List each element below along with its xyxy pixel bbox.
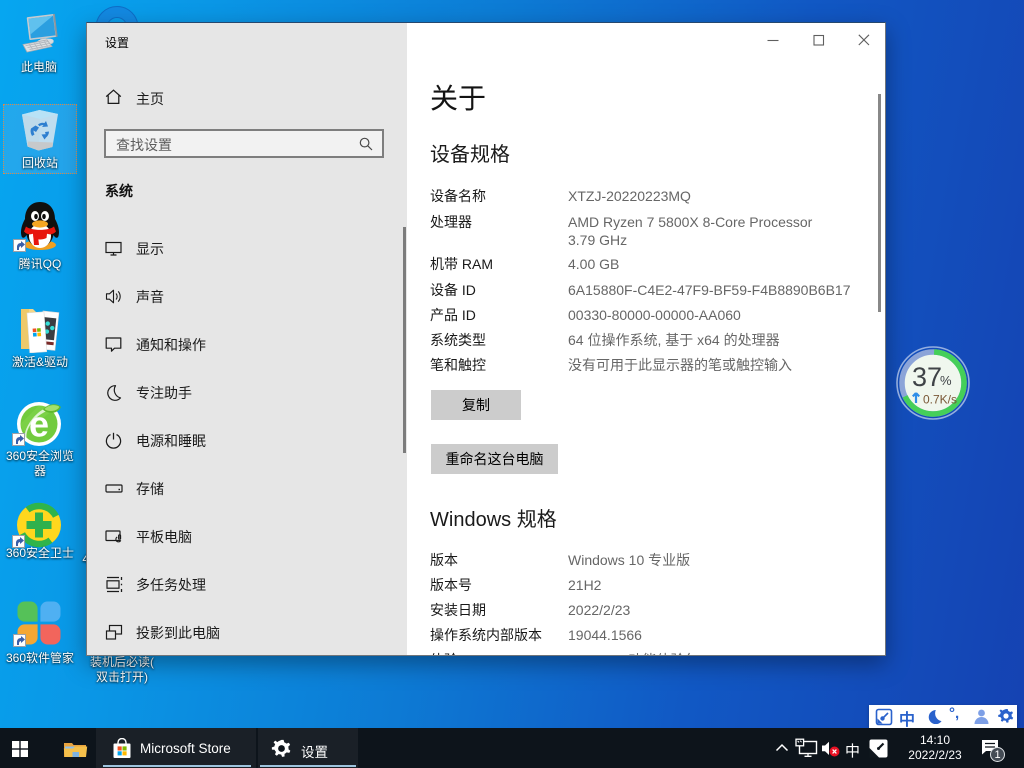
svg-text:%: %: [940, 373, 952, 388]
svg-text:0.7K/s: 0.7K/s: [923, 393, 957, 407]
svg-text:37: 37: [912, 362, 942, 392]
